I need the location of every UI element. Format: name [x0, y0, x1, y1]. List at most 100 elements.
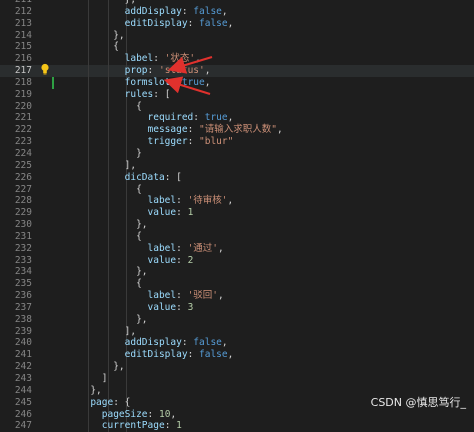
code-token: '待审核': [187, 195, 228, 207]
code-line[interactable]: 218 formslot: true,: [0, 76, 474, 89]
code-line[interactable]: 220 {: [0, 100, 474, 113]
code-token: ],: [56, 159, 137, 171]
code-line[interactable]: 235 {: [0, 278, 474, 291]
code-token: :: [181, 5, 194, 17]
code-line[interactable]: 239 ],: [0, 325, 474, 338]
code-text: prop: 'status',: [56, 65, 211, 77]
code-line[interactable]: 230 },: [0, 219, 474, 231]
code-line[interactable]: 231 {: [0, 230, 474, 243]
code-line[interactable]: 234 },: [0, 266, 474, 279]
code-token: currentPage: [101, 420, 165, 432]
code-token: false: [199, 17, 228, 29]
line-number: 234: [14, 266, 32, 278]
code-line[interactable]: 221 required: true,: [0, 112, 474, 125]
code-token: : {: [113, 396, 131, 408]
code-line[interactable]: 223 trigger: "blur": [0, 136, 474, 148]
code-token: ,: [195, 53, 201, 65]
line-number: 233: [14, 254, 32, 266]
code-text: },: [56, 30, 124, 42]
code-token: :: [170, 76, 182, 88]
line-number: 245: [14, 396, 32, 408]
code-token: label: [147, 242, 177, 254]
code-token: dicData: [124, 171, 165, 183]
code-token: {: [56, 183, 142, 195]
code-line[interactable]: 222 message: "请输入求职人数",: [0, 124, 474, 137]
code-token: :: [176, 195, 188, 207]
indent-guide: [108, 373, 109, 385]
watermark: CSDN @慎思笃行_: [370, 396, 466, 409]
code-line[interactable]: 242 },: [0, 361, 474, 373]
code-token: label: [147, 195, 177, 207]
code-text: }: [56, 148, 142, 160]
code-token: '通过': [187, 242, 219, 254]
code-line[interactable]: 232 label: '通过',: [0, 242, 474, 255]
indent-guide: [126, 41, 127, 54]
code-token: : [: [164, 171, 182, 183]
code-token: ,: [204, 76, 211, 88]
code-text: },: [56, 385, 101, 397]
code-line[interactable]: 243 ]: [0, 373, 474, 385]
code-token: addDisplay: [124, 337, 182, 349]
code-token: ,: [276, 124, 283, 136]
code-token: {: [56, 230, 142, 242]
line-number: 216: [14, 53, 32, 65]
code-line[interactable]: 229 value: 1: [0, 207, 474, 220]
code-text: label: '驳回',: [56, 290, 224, 302]
code-line[interactable]: 236 label: '驳回',: [0, 290, 474, 302]
line-number: 225: [14, 159, 32, 171]
code-token: :: [176, 254, 188, 266]
code-line[interactable]: 247 currentPage: 1: [0, 420, 474, 432]
code-text: trigger: "blur": [56, 136, 234, 148]
code-token: },: [56, 361, 125, 373]
code-line[interactable]: 217 prop: 'status',: [0, 65, 474, 77]
code-token: :: [193, 112, 205, 124]
code-token: pageSize: [101, 408, 148, 420]
code-token: page: [90, 396, 114, 408]
code-line[interactable]: 213 editDisplay: false,: [0, 17, 474, 30]
lightbulb-icon[interactable]: [40, 63, 50, 75]
code-line[interactable]: 225 ],: [0, 159, 474, 172]
code-line[interactable]: 246 pageSize: 10,: [0, 408, 474, 421]
code-token: false: [193, 337, 222, 349]
line-number: 221: [14, 112, 32, 124]
code-token: prop: [124, 65, 148, 77]
code-text: },: [56, 219, 147, 231]
code-line[interactable]: 237 value: 3: [0, 301, 474, 314]
code-text: formslot: true,: [56, 76, 211, 89]
indent-guide: [108, 384, 109, 397]
code-line[interactable]: 219 rules: [: [0, 88, 474, 101]
code-line[interactable]: 215 {: [0, 41, 474, 54]
code-editor[interactable]: 211 },212 addDisplay: false,213 editDisp…: [0, 0, 474, 432]
line-number: 240: [14, 337, 32, 349]
code-line[interactable]: 224 }: [0, 147, 474, 160]
code-line[interactable]: 212 addDisplay: false,: [0, 5, 474, 18]
code-text: {: [56, 184, 142, 196]
line-number: 227: [14, 183, 32, 195]
code-line[interactable]: 228 label: '待审核',: [0, 195, 474, 208]
line-number: 242: [14, 361, 32, 373]
indent-guide: [126, 361, 127, 373]
code-line[interactable]: 240 addDisplay: false,: [0, 337, 474, 350]
line-number: 222: [14, 124, 32, 136]
code-line[interactable]: 238 },: [0, 313, 474, 326]
code-line[interactable]: 226 dicData: [: [0, 171, 474, 184]
line-number: 230: [14, 219, 32, 231]
code-line[interactable]: 227 {: [0, 183, 474, 196]
code-text: dicData: [: [56, 172, 182, 184]
code-line[interactable]: 214 },: [0, 29, 474, 42]
code-line[interactable]: 216 label: '状态',: [0, 53, 474, 66]
code-line[interactable]: 241 editDisplay: false,: [0, 349, 474, 362]
code-line[interactable]: 233 value: 2: [0, 254, 474, 267]
code-text: value: 1: [56, 207, 194, 219]
